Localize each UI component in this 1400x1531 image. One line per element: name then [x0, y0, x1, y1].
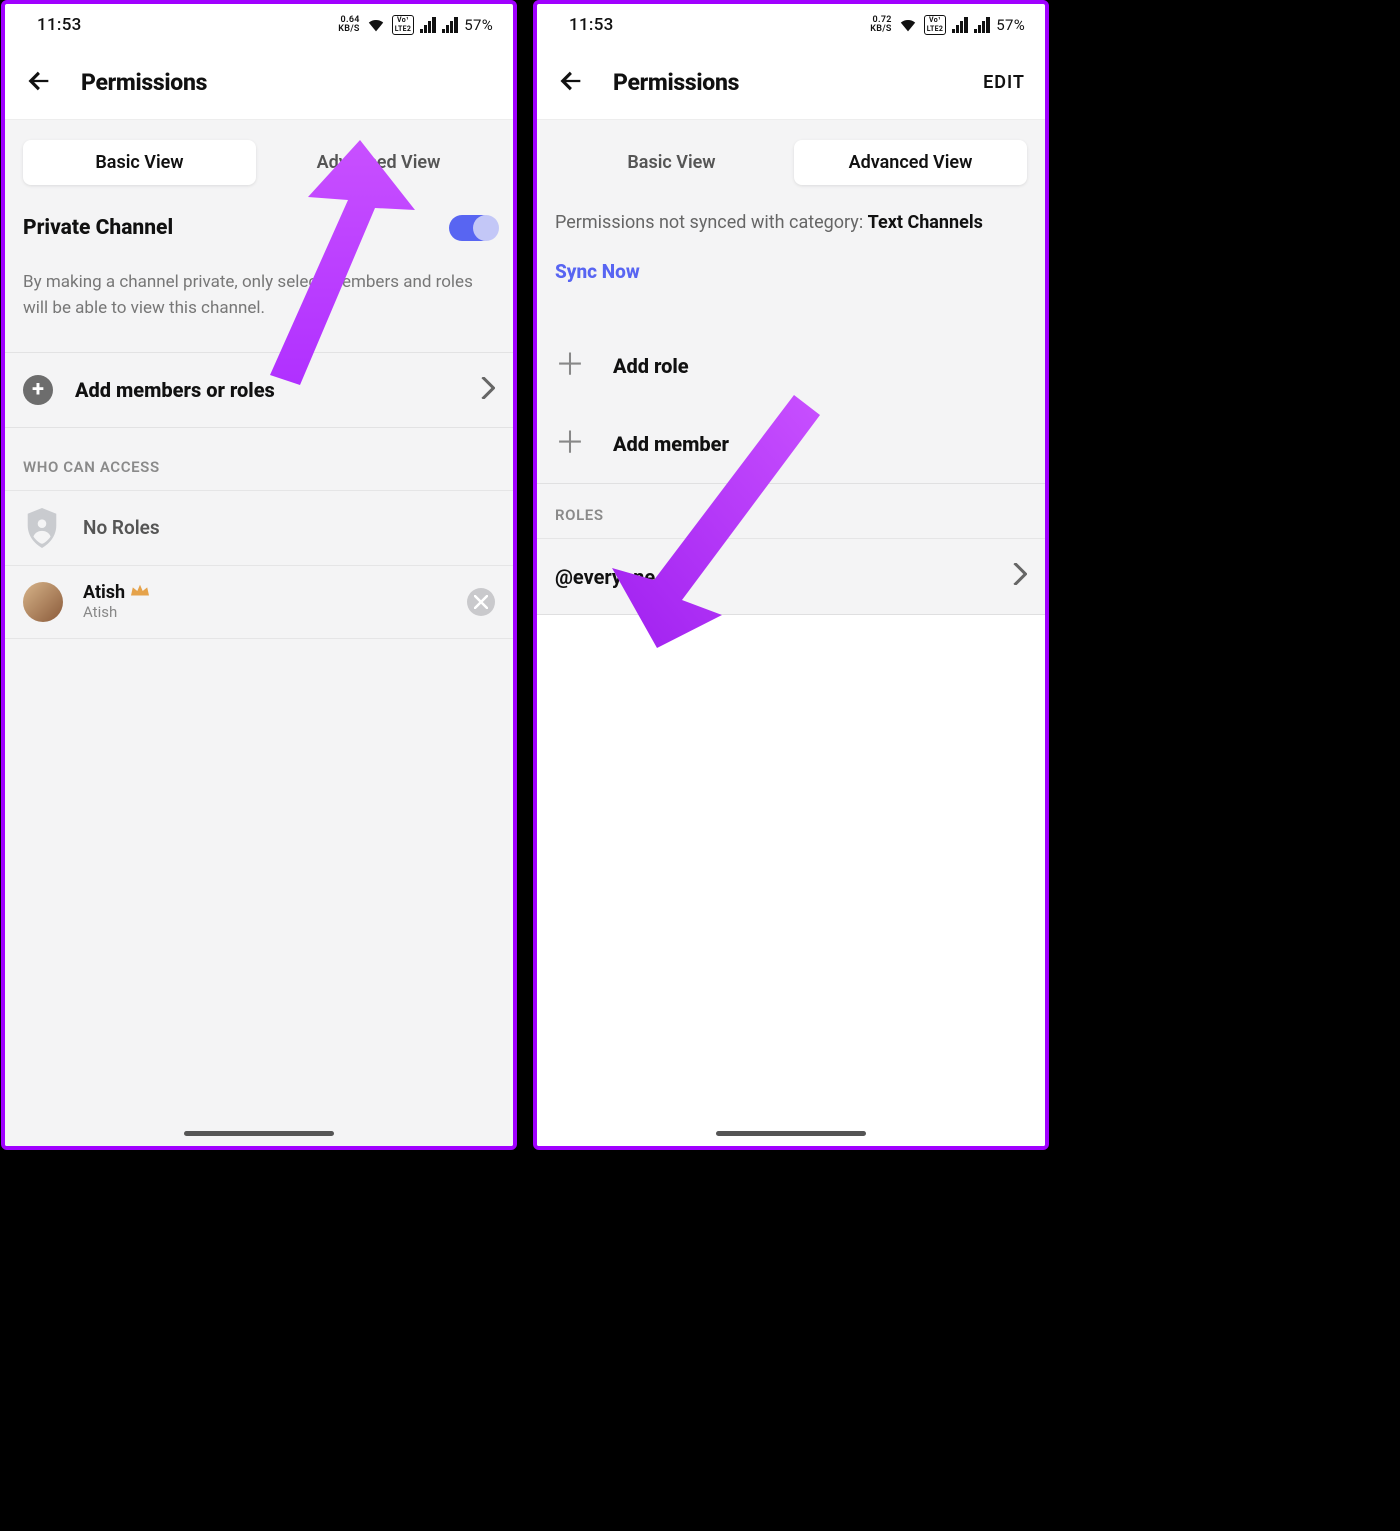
chevron-right-icon	[481, 377, 495, 403]
back-icon[interactable]	[25, 67, 53, 99]
status-battery: 57%	[996, 16, 1025, 34]
section-who-can-access: WHO CAN ACCESS	[5, 428, 513, 490]
role-everyone-row[interactable]: @everyone	[537, 538, 1045, 615]
signal-icon	[974, 17, 990, 33]
status-kbs: 0.72KB/S	[870, 16, 892, 34]
status-bar: 11:53 0.64KB/S Vo¹LTE2 57%	[5, 4, 513, 46]
private-channel-label: Private Channel	[23, 216, 173, 240]
add-member-label: Add member	[613, 432, 729, 456]
status-kbs: 0.64KB/S	[338, 16, 360, 34]
lte-badge-icon: Vo¹LTE2	[392, 15, 415, 35]
add-members-or-roles-button[interactable]: + Add members or roles	[5, 352, 513, 428]
member-name: Atish	[83, 582, 149, 603]
status-battery: 57%	[464, 16, 493, 34]
sync-now-button[interactable]: Sync Now	[555, 260, 1027, 283]
tab-advanced-view[interactable]: Advanced View	[262, 140, 495, 185]
shield-icon	[23, 509, 61, 547]
member-subtext: Atish	[83, 603, 149, 621]
status-time: 11:53	[569, 15, 870, 35]
tab-basic-view[interactable]: Basic View	[23, 140, 256, 185]
private-channel-description: By making a channel private, only select…	[23, 269, 495, 322]
chevron-right-icon	[1013, 563, 1027, 590]
page-title: Permissions	[81, 69, 207, 96]
private-channel-toggle[interactable]	[449, 215, 495, 241]
nav-bar-pill[interactable]	[716, 1131, 866, 1136]
phone-right: 11:53 0.72KB/S Vo¹LTE2 57% Permissions E…	[533, 0, 1049, 1150]
plus-icon: +	[23, 375, 53, 405]
app-header: Permissions	[5, 46, 513, 120]
nav-bar-pill[interactable]	[184, 1131, 334, 1136]
signal-icon	[420, 17, 436, 33]
signal-icon	[952, 17, 968, 33]
status-time: 11:53	[37, 15, 338, 35]
no-roles-row: No Roles	[5, 490, 513, 566]
app-header: Permissions EDIT	[537, 46, 1045, 120]
crown-icon	[131, 582, 149, 603]
status-bar: 11:53 0.72KB/S Vo¹LTE2 57%	[537, 4, 1045, 46]
tab-advanced-view[interactable]: Advanced View	[794, 140, 1027, 185]
back-icon[interactable]	[557, 67, 585, 99]
avatar	[23, 582, 63, 622]
plus-icon: ＋	[555, 351, 585, 381]
edit-button[interactable]: EDIT	[983, 72, 1025, 93]
add-role-button[interactable]: ＋ Add role	[537, 327, 1045, 405]
section-roles-label: ROLES	[537, 484, 1045, 538]
body: Basic View Advanced View Private Channel…	[5, 120, 513, 1146]
lte-badge-icon: Vo¹LTE2	[924, 15, 947, 35]
signal-icon	[442, 17, 458, 33]
role-everyone-label: @everyone	[555, 565, 655, 589]
wifi-icon	[366, 17, 386, 33]
remove-member-button[interactable]	[467, 588, 495, 616]
wifi-icon	[898, 17, 918, 33]
add-members-label: Add members or roles	[75, 378, 275, 402]
view-toggle: Basic View Advanced View	[23, 140, 495, 185]
phone-left: 11:53 0.64KB/S Vo¹LTE2 57% Permissions	[1, 0, 517, 1150]
page-title: Permissions	[613, 69, 739, 96]
member-row[interactable]: Atish Atish	[5, 566, 513, 639]
tab-basic-view[interactable]: Basic View	[555, 140, 788, 185]
plus-icon: ＋	[555, 429, 585, 459]
sync-status-text: Permissions not synced with category: Te…	[555, 209, 1027, 236]
add-role-label: Add role	[613, 354, 689, 378]
no-roles-label: No Roles	[83, 516, 160, 539]
view-toggle: Basic View Advanced View	[555, 140, 1027, 185]
add-member-button[interactable]: ＋ Add member	[537, 405, 1045, 483]
body: Basic View Advanced View Permissions not…	[537, 120, 1045, 1146]
